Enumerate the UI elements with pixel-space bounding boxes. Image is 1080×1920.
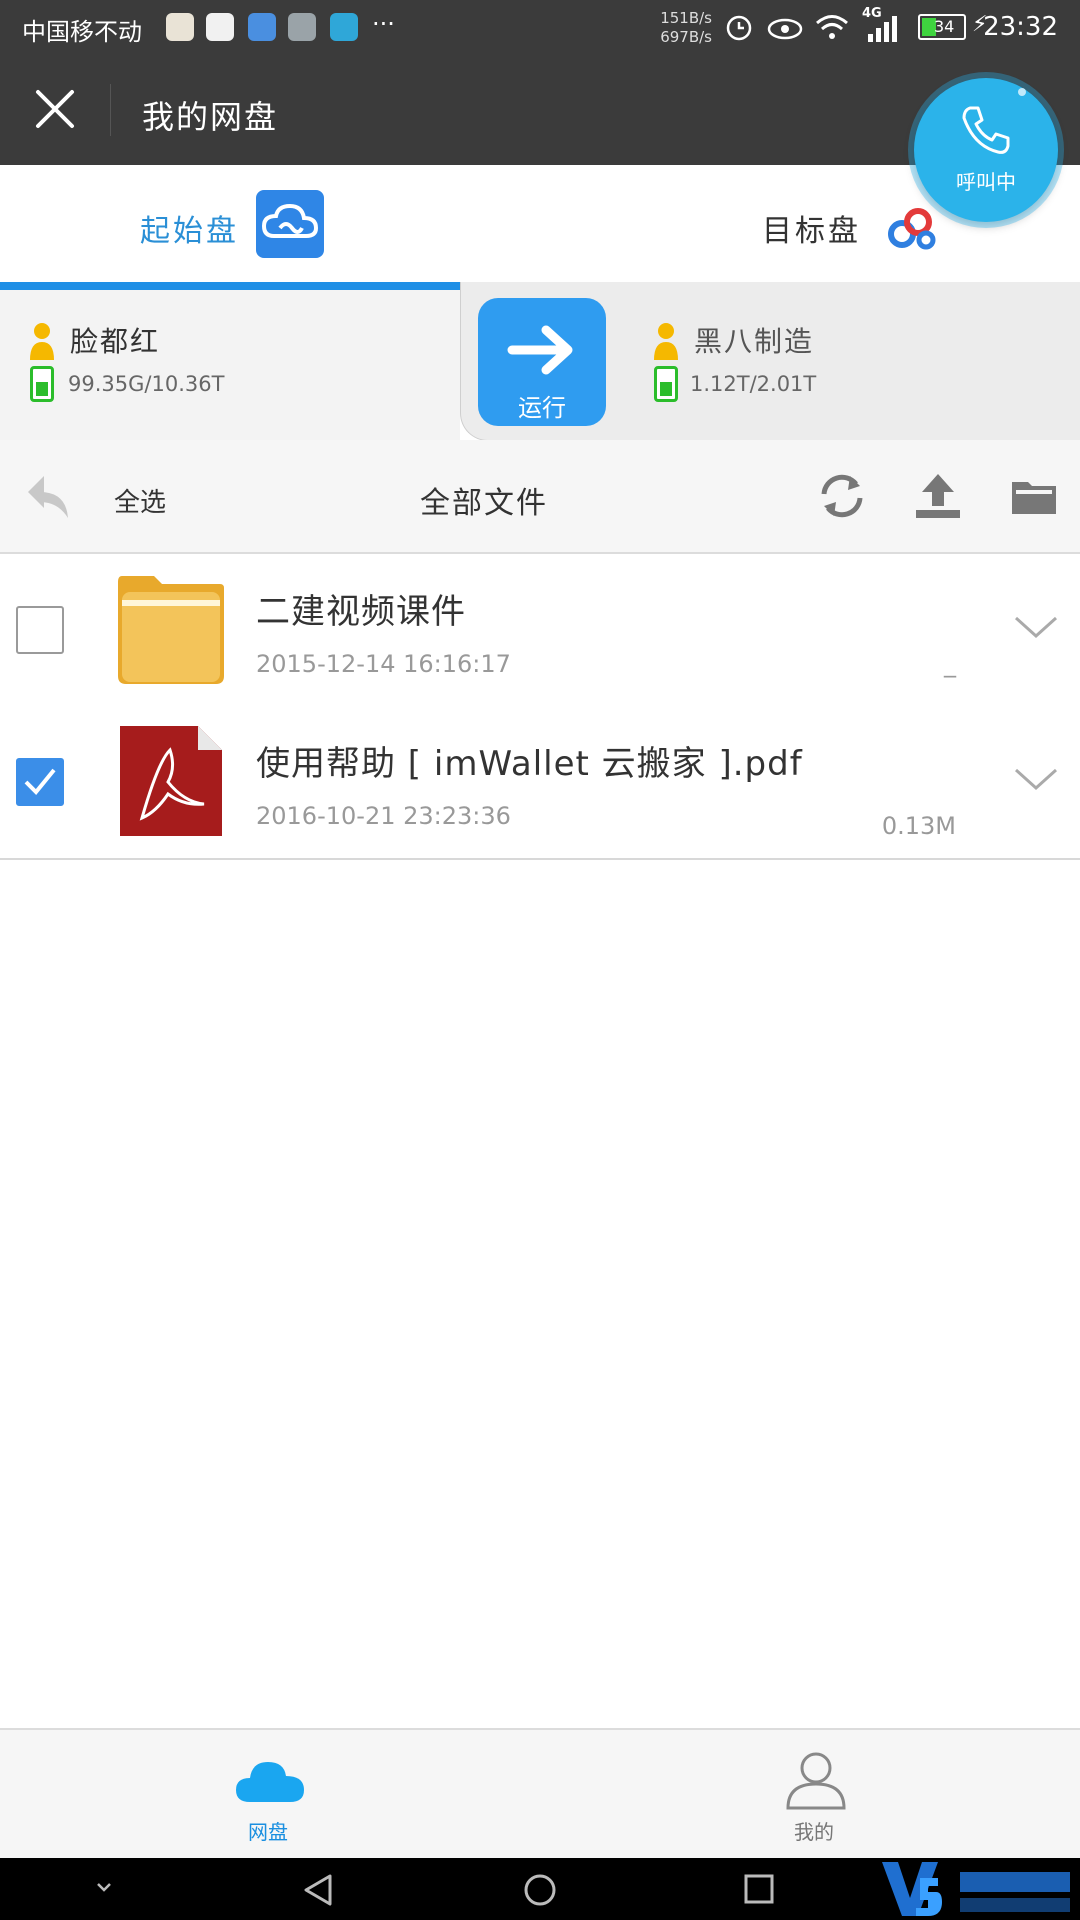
title-divider	[110, 84, 111, 136]
file-toolbar: 全选 全部文件	[0, 440, 1080, 554]
clock: 23:32	[983, 12, 1058, 42]
back-icon[interactable]	[24, 470, 72, 522]
source-user-icon	[30, 323, 54, 360]
calling-bubble[interactable]: 呼叫中	[914, 78, 1058, 222]
arrow-right-icon	[507, 325, 573, 375]
source-account-panel	[0, 282, 460, 440]
checkmark-icon	[24, 768, 56, 795]
carrier-name: 中国移不动	[22, 18, 142, 46]
source-disk-label[interactable]: 起始盘	[140, 206, 239, 250]
folder-icon[interactable]	[1008, 470, 1060, 522]
signal-icon	[868, 16, 897, 42]
calling-label: 呼叫中	[956, 170, 1016, 194]
target-user-icon	[654, 323, 678, 360]
more-notifications-icon: ···	[372, 10, 395, 38]
health-notification-icon	[248, 13, 276, 41]
source-quota-icon	[30, 366, 54, 402]
battery-icon: 34	[918, 14, 966, 40]
cloud-icon	[236, 1762, 304, 1802]
bottom-navigation: 网盘 我的	[0, 1728, 1080, 1860]
file-checkbox[interactable]	[16, 606, 64, 654]
file-name: 使用帮助 [ imWallet 云搬家 ].pdf	[256, 744, 803, 784]
battery-level: 34	[934, 17, 955, 36]
target-disk-label[interactable]: 目标盘	[762, 206, 861, 250]
nav-tab-disk[interactable]: 网盘	[170, 1730, 370, 1860]
source-quota: 99.35G/10.36T	[68, 372, 225, 396]
alarm-icon	[726, 15, 752, 41]
back-nav-icon[interactable]	[302, 1872, 336, 1908]
file-name: 二建视频课件	[256, 592, 466, 632]
page-title: 我的网盘	[142, 98, 279, 136]
bubble-dot	[1018, 88, 1026, 96]
gallery-notification-icon	[288, 13, 316, 41]
file-row[interactable]: 使用帮助 [ imWallet 云搬家 ].pdf 2016-10-21 23:…	[0, 706, 1080, 860]
user-profile-icon	[786, 1752, 846, 1810]
message-notification-icon	[330, 13, 358, 41]
file-date: 2016-10-21 23:23:36	[256, 802, 511, 830]
pdf-file-icon	[120, 726, 222, 836]
file-size: 0.13M	[881, 812, 956, 840]
network-speed: 151B/s 697B/s	[660, 9, 712, 47]
run-label: 运行	[518, 394, 566, 422]
qq-notification-icon	[206, 13, 234, 41]
target-username: 黑八制造	[694, 325, 815, 358]
speed-up: 151B/s	[660, 9, 712, 27]
file-row[interactable]: 二建视频课件 2015-12-14 16:16:17 _	[0, 554, 1080, 708]
file-date: 2015-12-14 16:16:17	[256, 650, 511, 678]
speed-down: 697B/s	[660, 28, 712, 46]
nav-label-mine: 我的	[794, 1820, 834, 1844]
target-quota-icon	[654, 366, 678, 402]
file-checkbox-checked[interactable]	[16, 758, 64, 806]
home-nav-icon[interactable]	[522, 1872, 558, 1908]
run-transfer-button[interactable]: 运行	[478, 298, 606, 426]
current-folder-title: 全部文件	[420, 486, 548, 521]
forum-watermark-logo	[882, 1862, 1070, 1916]
wifi-icon	[816, 15, 848, 39]
source-username: 脸都红	[70, 325, 161, 358]
nav-label-disk: 网盘	[248, 1820, 288, 1844]
target-quota: 1.12T/2.01T	[690, 372, 817, 396]
source-tab-indicator	[0, 282, 460, 290]
weibo-notification-icon	[166, 13, 194, 41]
file-size: _	[944, 650, 956, 678]
chevron-down-icon[interactable]	[1012, 764, 1060, 794]
hide-nav-icon[interactable]	[92, 1878, 116, 1898]
chevron-down-icon[interactable]	[1012, 612, 1060, 642]
source-cloud-icon[interactable]	[256, 190, 324, 258]
status-bar: 中国移不动 ··· 151B/s 697B/s 4G 34 ⚡ 23:32	[0, 0, 1080, 54]
nav-tab-mine[interactable]: 我的	[716, 1730, 916, 1860]
refresh-icon[interactable]	[816, 470, 868, 522]
close-icon[interactable]	[28, 76, 82, 142]
eye-comfort-icon	[767, 18, 803, 40]
recents-nav-icon[interactable]	[742, 1872, 776, 1906]
folder-file-icon	[118, 576, 224, 684]
phone-icon	[962, 106, 1010, 154]
baidu-cloud-icon[interactable]	[884, 202, 940, 254]
upload-icon[interactable]	[912, 470, 964, 522]
select-all-button[interactable]: 全选	[114, 482, 166, 519]
